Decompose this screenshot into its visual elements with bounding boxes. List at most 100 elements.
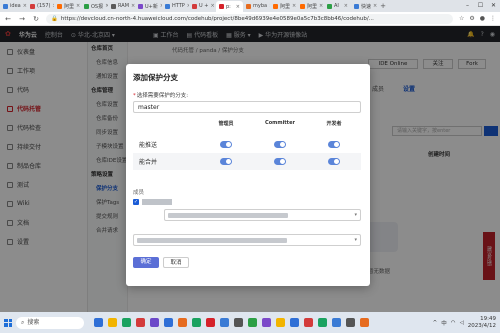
taskbar-app-icon[interactable]	[346, 318, 355, 327]
taskbar-app-icon[interactable]	[94, 318, 103, 327]
tab-label: p:	[226, 3, 231, 10]
lock-icon: 🔒	[51, 15, 58, 22]
taskbar-app-icon[interactable]	[164, 318, 173, 327]
tab-label: idea	[10, 3, 21, 9]
volume-icon[interactable]: ◁	[460, 320, 464, 326]
browser-tab[interactable]: 阿里 ×	[270, 1, 297, 11]
browser-tab[interactable]: AI ×	[324, 1, 351, 11]
taskbar-app-icon[interactable]	[262, 318, 271, 327]
taskbar-app-icon[interactable]	[192, 318, 201, 327]
push-developer-toggle[interactable]	[328, 141, 340, 148]
menu-icon[interactable]: ⋮	[490, 15, 496, 22]
browser-tab[interactable]: 阿里 ×	[297, 1, 324, 11]
url-text: https://devcloud.cn-north-4.huaweicloud.…	[60, 15, 374, 22]
taskbar-app-icon[interactable]	[150, 318, 159, 327]
tab-favicon-icon	[138, 3, 143, 9]
tab-label: 快速	[361, 3, 372, 10]
close-tab-icon[interactable]: ×	[292, 3, 296, 9]
tab-favicon-icon	[273, 3, 278, 9]
taskbar-search[interactable]: ⌕ 搜索	[16, 316, 84, 329]
taskbar-app-icon[interactable]	[234, 318, 243, 327]
star-icon[interactable]: ☆	[459, 15, 464, 22]
push-admin-toggle[interactable]	[220, 141, 232, 148]
confirm-button[interactable]: 确定	[133, 257, 159, 268]
wifi-icon[interactable]: ◠	[451, 320, 456, 326]
forward-icon[interactable]: →	[18, 15, 26, 23]
taskbar-app-icon[interactable]	[332, 318, 341, 327]
redacted-text	[168, 213, 288, 218]
members-label: 成员	[133, 190, 145, 196]
cancel-button[interactable]: 取消	[163, 257, 189, 268]
browser-tab[interactable]: U + ×	[189, 1, 216, 11]
tab-label: RAM	[118, 3, 130, 9]
close-tab-icon[interactable]: ×	[210, 3, 214, 9]
browser-tab[interactable]: RAM ×	[108, 1, 135, 11]
required-mark: *	[133, 93, 136, 99]
merge-committer-toggle[interactable]	[274, 158, 286, 165]
taskbar-app-icon[interactable]	[248, 318, 257, 327]
taskbar-app-icon[interactable]	[178, 318, 187, 327]
profile-icon[interactable]: ●	[480, 15, 485, 22]
browser-tab[interactable]: myba×	[243, 1, 270, 11]
taskbar-app-icon[interactable]	[220, 318, 229, 327]
taskbar-app-icon[interactable]	[318, 318, 327, 327]
close-tab-icon[interactable]: ×	[236, 4, 240, 10]
browser-tab[interactable]: p: ×	[216, 1, 243, 12]
members-checkbox[interactable]: ✓	[133, 199, 139, 205]
close-tab-icon[interactable]: ×	[319, 3, 323, 9]
taskbar-app-icon[interactable]	[136, 318, 145, 327]
browser-tab[interactable]: 阿里 ×	[54, 1, 81, 11]
reload-icon[interactable]: ↻	[32, 15, 40, 23]
close-tab-icon[interactable]: ×	[344, 3, 348, 9]
column-header-developer: 开发者	[326, 121, 342, 127]
tab-label: myba	[253, 3, 268, 9]
permission-row-merge: 能合并	[133, 153, 361, 170]
taskbar-app-icon[interactable]	[122, 318, 131, 327]
close-tab-icon[interactable]: ×	[76, 3, 80, 9]
tab-label: U +	[199, 3, 209, 9]
close-tab-icon[interactable]: ×	[373, 3, 377, 9]
taskbar: ⌕ 搜索 ^ 中 ◠ ◁ 19:49 2023/4/12	[0, 312, 500, 333]
taskbar-app-icon[interactable]	[360, 318, 369, 327]
input-language[interactable]: 中	[441, 319, 447, 327]
taskbar-search-label: 搜索	[27, 318, 40, 326]
merge-developer-toggle[interactable]	[328, 158, 340, 165]
close-window-icon[interactable]: ✕	[487, 0, 500, 12]
clock-date: 2023/4/12	[467, 322, 496, 329]
new-tab-icon[interactable]: +	[378, 2, 388, 10]
taskbar-app-icon[interactable]	[290, 318, 299, 327]
row-label-push: 能推送	[139, 142, 158, 149]
url-field[interactable]: 🔒 https://devcloud.cn-north-4.huaweiclou…	[46, 13, 453, 24]
member-select-2[interactable]: ▾	[133, 234, 361, 246]
browser-tab[interactable]: OS报 ×	[81, 1, 108, 11]
merge-admin-toggle[interactable]	[220, 158, 232, 165]
add-protected-branch-dialog: 添加保护分支 *选择需要保护的分支: master 管理员 Committer …	[126, 64, 370, 286]
browser-tab[interactable]: (157)×	[27, 1, 54, 11]
tab-favicon-icon	[219, 4, 224, 9]
member-select-1[interactable]: ▾	[164, 209, 361, 221]
taskbar-app-icon[interactable]	[276, 318, 285, 327]
push-committer-toggle[interactable]	[274, 141, 286, 148]
redacted-text	[137, 238, 287, 243]
permission-table-header: 管理员 Committer 开发者	[133, 120, 361, 130]
taskbar-app-icon[interactable]	[304, 318, 313, 327]
minimize-icon[interactable]: –	[461, 0, 474, 12]
branch-select[interactable]: master	[133, 101, 361, 113]
taskbar-app-icon[interactable]	[206, 318, 215, 327]
windows-start-icon[interactable]	[4, 318, 12, 327]
search-icon: ⌕	[21, 318, 25, 326]
maximize-icon[interactable]: ☐	[474, 0, 487, 12]
extensions-icon[interactable]: ⚙	[469, 15, 474, 22]
back-icon[interactable]: ←	[4, 15, 12, 23]
browser-tab[interactable]: idea ×	[0, 1, 27, 11]
taskbar-app-icon[interactable]	[108, 318, 117, 327]
browser-tab[interactable]: HTTP ×	[162, 1, 189, 11]
system-tray: ^ 中 ◠ ◁ 19:49 2023/4/12	[433, 316, 496, 330]
clock[interactable]: 19:49 2023/4/12	[468, 316, 496, 330]
tab-favicon-icon	[192, 3, 197, 9]
browser-tab[interactable]: 快速 ×	[351, 1, 378, 11]
chevron-up-icon[interactable]: ^	[433, 320, 438, 326]
column-header-admin: 管理员	[218, 121, 234, 127]
tab-label: 阿里	[307, 3, 318, 10]
browser-tab[interactable]: U+新 ×	[135, 1, 162, 11]
